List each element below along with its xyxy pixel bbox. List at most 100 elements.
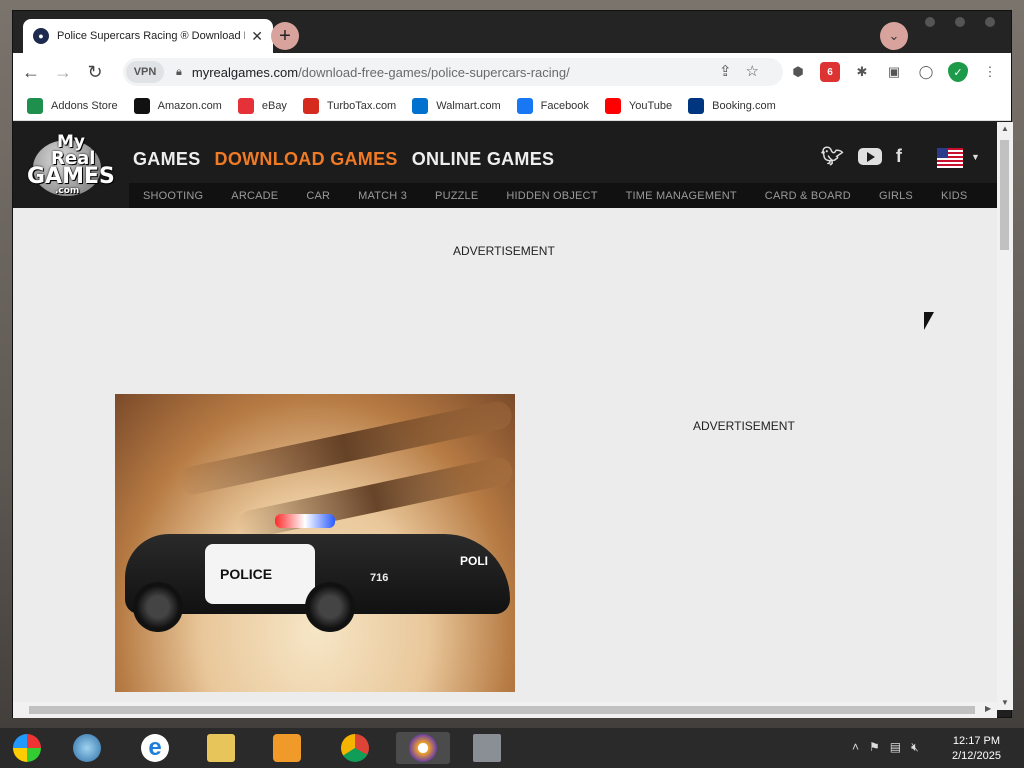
- profile-icon[interactable]: ◯: [916, 62, 936, 82]
- lock-icon[interactable]: 🔒︎: [176, 66, 182, 79]
- advertisement-label-top: ADVERTISEMENT: [453, 244, 555, 258]
- extension-shield-icon[interactable]: ⬢: [788, 62, 808, 82]
- taskbar-game-app[interactable]: [470, 732, 504, 764]
- car-police-text: POLICE: [220, 566, 273, 582]
- bookmark-amazon[interactable]: Amazon.com: [133, 97, 222, 114]
- url-text[interactable]: myrealgames.com/download-free-games/poli…: [192, 65, 570, 80]
- menu-kebab-icon[interactable]: ⋮: [980, 62, 1000, 82]
- taskbar-active-app[interactable]: [396, 732, 450, 764]
- system-tray: ˄ ⚑ ▤ 🔇︎: [852, 740, 919, 755]
- twitter-icon[interactable]: 🐦︎: [821, 146, 844, 167]
- advertisement-label-side: ADVERTISEMENT: [693, 419, 795, 433]
- walmart-icon: [412, 97, 429, 114]
- police-car: POLICE 716 POLI: [115, 514, 515, 632]
- vertical-scroll-thumb[interactable]: [1000, 140, 1009, 250]
- security-extension-icon[interactable]: ✓: [948, 62, 968, 82]
- bookmark-label: Facebook: [540, 99, 589, 112]
- bookmark-label: Addons Store: [51, 99, 118, 112]
- chrome-icon: [341, 734, 369, 762]
- front-wheel: [133, 582, 183, 632]
- bookmark-ebay[interactable]: eBay: [237, 97, 287, 114]
- bookmark-youtube[interactable]: YouTube: [604, 97, 672, 114]
- tab-title: Police Supercars Racing ® Download Fre: [57, 30, 246, 42]
- action-center-flag-icon[interactable]: ⚑: [869, 740, 880, 755]
- bookmark-star-icon[interactable]: ☆: [746, 63, 773, 80]
- taskbar-file-explorer[interactable]: [204, 732, 238, 764]
- bookmark-facebook[interactable]: Facebook: [516, 97, 589, 114]
- bookmark-label: Walmart.com: [436, 99, 501, 112]
- category-card-board[interactable]: CARD & BOARD: [765, 190, 851, 202]
- category-shooting[interactable]: SHOOTING: [143, 190, 203, 202]
- back-button[interactable]: ←: [17, 62, 45, 83]
- start-button[interactable]: [10, 732, 44, 764]
- facebook-icon[interactable]: f: [896, 146, 902, 167]
- category-arcade[interactable]: ARCADE: [231, 190, 278, 202]
- taskbar-media-center[interactable]: [270, 732, 304, 764]
- nav-download-games[interactable]: DOWNLOAD GAMES: [215, 149, 398, 170]
- category-time-management[interactable]: TIME MANAGEMENT: [626, 190, 737, 202]
- game-hero-image[interactable]: POLICE 716 POLI: [115, 394, 515, 692]
- bookmark-label: TurboTax.com: [326, 99, 397, 112]
- category-hidden-object[interactable]: HIDDEN OBJECT: [506, 190, 597, 202]
- bookmark-turbotax[interactable]: TurboTax.com: [302, 97, 397, 114]
- nav-games[interactable]: GAMES: [133, 149, 201, 170]
- clock-time: 12:17 PM: [952, 735, 1001, 747]
- bookmark-label: eBay: [261, 99, 287, 112]
- bookmark-walmart[interactable]: Walmart.com: [412, 97, 501, 114]
- share-icon[interactable]: ⇪: [719, 63, 746, 80]
- scroll-down-icon[interactable]: ▼: [1001, 698, 1009, 707]
- category-kids[interactable]: KIDS: [941, 190, 967, 202]
- bookmarks-bar: Addons Store Amazon.com eBay TurboTax.com Wa…: [13, 91, 1011, 121]
- page-viewport: My Real GAMES .com GAMES DOWNLOAD GAMES …: [13, 122, 997, 710]
- start-orb-icon: [13, 734, 41, 762]
- horizontal-scrollbar[interactable]: ▶: [13, 702, 997, 718]
- minimize-button[interactable]: [925, 17, 935, 27]
- booking-icon: [688, 97, 705, 114]
- side-panel-icon[interactable]: ▣: [884, 62, 904, 82]
- tray-expand-icon[interactable]: ˄: [852, 740, 859, 755]
- site-favicon-icon: ●: [33, 28, 49, 44]
- taskbar-media-player[interactable]: [70, 732, 104, 764]
- scroll-up-icon[interactable]: ▲: [1001, 124, 1009, 133]
- youtube-icon: [604, 97, 621, 114]
- category-car[interactable]: CAR: [306, 190, 330, 202]
- close-tab-icon[interactable]: ✕: [251, 28, 263, 45]
- scroll-right-icon[interactable]: ▶: [985, 704, 991, 713]
- forward-button[interactable]: →: [49, 62, 77, 83]
- category-match-3[interactable]: MATCH 3: [358, 190, 407, 202]
- close-window-button[interactable]: [985, 17, 995, 27]
- game-app-icon: [473, 734, 501, 762]
- taskbar-chrome[interactable]: [338, 732, 372, 764]
- ebay-icon: [237, 97, 254, 114]
- browser-toolbar: ← → ↻ VPN 🔒︎ myrealgames.com/download-fr…: [13, 53, 1011, 91]
- extension-red-icon[interactable]: 6: [820, 62, 840, 82]
- mouse-cursor-icon: [924, 312, 934, 330]
- extensions-puzzle-icon[interactable]: ✱: [852, 62, 872, 82]
- system-clock[interactable]: 12:17 PM 2/12/2025: [952, 734, 1001, 764]
- network-icon[interactable]: ▤: [890, 740, 901, 755]
- horizontal-scroll-thumb[interactable]: [29, 706, 975, 714]
- nav-online-games[interactable]: ONLINE GAMES: [412, 149, 555, 170]
- maximize-button[interactable]: [955, 17, 965, 27]
- site-logo[interactable]: My Real GAMES .com: [27, 130, 115, 200]
- social-links: 🐦︎ f: [821, 146, 902, 167]
- taskbar: e ˄ ⚑ ▤ 🔇︎ 12:17 PM 2/12/2025: [0, 728, 1024, 768]
- vertical-scrollbar[interactable]: ▲ ▼: [997, 122, 1013, 710]
- us-flag-icon[interactable]: [937, 148, 963, 168]
- bookmark-booking[interactable]: Booking.com: [688, 97, 776, 114]
- address-bar[interactable]: VPN 🔒︎ myrealgames.com/download-free-gam…: [123, 58, 783, 86]
- language-dropdown-icon[interactable]: ▼: [971, 152, 980, 162]
- bookmark-addons-store[interactable]: Addons Store: [27, 97, 118, 114]
- tab-active[interactable]: ● Police Supercars Racing ® Download Fre…: [23, 19, 273, 53]
- category-nav: SHOOTING ARCADE CAR MATCH 3 PUZZLE HIDDEN OBJ…: [129, 183, 997, 208]
- taskbar-internet-explorer[interactable]: e: [138, 732, 172, 764]
- vpn-button[interactable]: VPN: [126, 61, 164, 83]
- volume-muted-icon[interactable]: 🔇︎: [911, 740, 919, 755]
- new-tab-button[interactable]: +: [271, 22, 299, 50]
- reload-button[interactable]: ↻: [81, 62, 109, 83]
- tab-search-button[interactable]: ⌄: [880, 22, 908, 50]
- category-girls[interactable]: GIRLS: [879, 190, 913, 202]
- category-puzzle[interactable]: PUZZLE: [435, 190, 478, 202]
- car-side-text: POLI: [460, 554, 489, 568]
- youtube-icon[interactable]: [857, 148, 882, 165]
